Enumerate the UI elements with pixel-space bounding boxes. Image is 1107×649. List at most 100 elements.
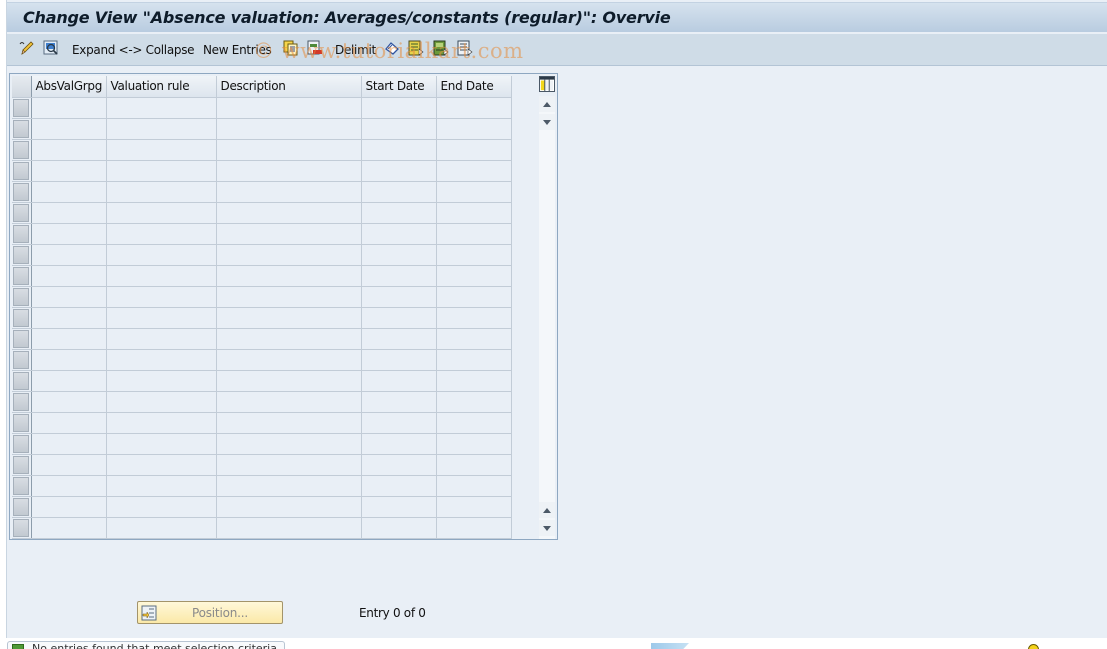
table-cell[interactable]: [31, 202, 107, 224]
table-cell[interactable]: [216, 307, 362, 329]
select-all-rows-header[interactable]: [12, 76, 32, 98]
table-cell[interactable]: [106, 454, 217, 476]
table-cell[interactable]: [31, 412, 107, 434]
table-cell[interactable]: [216, 517, 362, 539]
table-cell[interactable]: [106, 97, 217, 119]
row-selector[interactable]: [12, 202, 32, 224]
row-selector-button[interactable]: [13, 288, 29, 306]
scroll-line-down-top-button[interactable]: [539, 114, 555, 130]
table-cell[interactable]: [361, 97, 437, 119]
new-entries-button[interactable]: New Entries: [203, 40, 272, 60]
row-selector-button[interactable]: [13, 141, 29, 159]
table-cell[interactable]: [106, 139, 217, 161]
scroll-page-down-button[interactable]: [539, 520, 555, 536]
row-selector[interactable]: [12, 454, 32, 476]
table-cell[interactable]: [361, 433, 437, 455]
table-cell[interactable]: [216, 139, 362, 161]
table-cell[interactable]: [436, 223, 512, 245]
table-cell[interactable]: [106, 328, 217, 350]
table-cell[interactable]: [436, 433, 512, 455]
row-selector-button[interactable]: [13, 183, 29, 201]
scroll-page-up-button[interactable]: [539, 96, 555, 112]
row-selector[interactable]: [12, 160, 32, 182]
table-cell[interactable]: [436, 139, 512, 161]
table-cell[interactable]: [361, 517, 437, 539]
table-cell[interactable]: [436, 412, 512, 434]
row-selector-button[interactable]: [13, 393, 29, 411]
table-cell[interactable]: [361, 160, 437, 182]
table-cell[interactable]: [31, 517, 107, 539]
row-selector-button[interactable]: [13, 246, 29, 264]
table-cell[interactable]: [361, 349, 437, 371]
table-cell[interactable]: [361, 139, 437, 161]
row-selector-button[interactable]: [13, 225, 29, 243]
table-cell[interactable]: [106, 160, 217, 182]
table-cell[interactable]: [31, 307, 107, 329]
table-cell[interactable]: [216, 286, 362, 308]
table-cell[interactable]: [216, 328, 362, 350]
table-cell[interactable]: [106, 307, 217, 329]
table-cell[interactable]: [31, 286, 107, 308]
row-selector-button[interactable]: [13, 162, 29, 180]
table-cell[interactable]: [216, 265, 362, 287]
table-cell[interactable]: [106, 223, 217, 245]
delimit-button[interactable]: Delimit: [335, 40, 376, 60]
table-cell[interactable]: [216, 475, 362, 497]
table-cell[interactable]: [31, 244, 107, 266]
row-selector[interactable]: [12, 412, 32, 434]
table-cell[interactable]: [31, 370, 107, 392]
table-cell[interactable]: [361, 265, 437, 287]
table-cell[interactable]: [106, 370, 217, 392]
row-selector-button[interactable]: [13, 456, 29, 474]
row-selector[interactable]: [12, 391, 32, 413]
status-message[interactable]: No entries found that meet selection cri…: [7, 641, 285, 649]
table-cell[interactable]: [216, 118, 362, 140]
row-selector-button[interactable]: [13, 267, 29, 285]
table-cell[interactable]: [106, 517, 217, 539]
table-cell[interactable]: [361, 328, 437, 350]
table-cell[interactable]: [31, 391, 107, 413]
table-cell[interactable]: [361, 412, 437, 434]
column-configuration-icon[interactable]: [539, 76, 555, 92]
table-cell[interactable]: [361, 118, 437, 140]
table-cell[interactable]: [361, 244, 437, 266]
table-cell[interactable]: [31, 496, 107, 518]
table-cell[interactable]: [106, 181, 217, 203]
table-cell[interactable]: [361, 370, 437, 392]
row-selector[interactable]: [12, 475, 32, 497]
table-cell[interactable]: [106, 433, 217, 455]
table-cell[interactable]: [31, 223, 107, 245]
row-selector-button[interactable]: [13, 519, 29, 537]
table-cell[interactable]: [361, 181, 437, 203]
row-selector[interactable]: [12, 517, 32, 539]
table-cell[interactable]: [31, 118, 107, 140]
table-cell[interactable]: [436, 202, 512, 224]
row-selector[interactable]: [12, 433, 32, 455]
table-cell[interactable]: [216, 433, 362, 455]
table-cell[interactable]: [106, 118, 217, 140]
table-cell[interactable]: [436, 370, 512, 392]
row-selector[interactable]: [12, 496, 32, 518]
table-cell[interactable]: [436, 328, 512, 350]
row-selector-button[interactable]: [13, 99, 29, 117]
table-cell[interactable]: [436, 391, 512, 413]
table-cell[interactable]: [216, 370, 362, 392]
table-cell[interactable]: [361, 496, 437, 518]
row-selector-button[interactable]: [13, 477, 29, 495]
table-cell[interactable]: [436, 496, 512, 518]
display-change-icon[interactable]: [19, 40, 35, 56]
table-cell[interactable]: [436, 97, 512, 119]
table-cell[interactable]: [106, 286, 217, 308]
table-cell[interactable]: [361, 286, 437, 308]
table-cell[interactable]: [436, 454, 512, 476]
table-cell[interactable]: [31, 97, 107, 119]
table-cell[interactable]: [216, 202, 362, 224]
undo-change-icon[interactable]: [384, 40, 400, 56]
table-cell[interactable]: [361, 223, 437, 245]
row-selector-button[interactable]: [13, 372, 29, 390]
table-cell[interactable]: [436, 349, 512, 371]
table-cell[interactable]: [436, 517, 512, 539]
table-cell[interactable]: [436, 244, 512, 266]
table-cell[interactable]: [31, 349, 107, 371]
table-cell[interactable]: [106, 349, 217, 371]
